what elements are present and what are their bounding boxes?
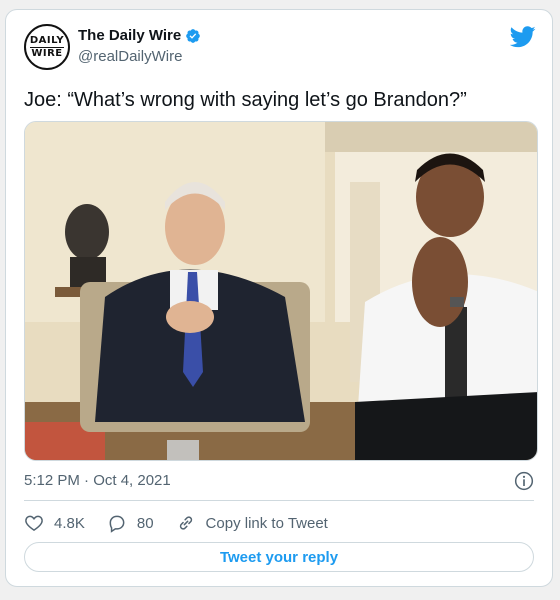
like-count: 4.8K: [54, 514, 85, 532]
tweet-actions: 4.8K 80 Copy link to Tweet: [24, 512, 350, 534]
copy-link-label: Copy link to Tweet: [205, 514, 328, 532]
tweet-photo[interactable]: [24, 121, 538, 461]
author-handle[interactable]: @realDailyWire: [78, 48, 201, 65]
info-icon[interactable]: [514, 471, 534, 491]
reply-button[interactable]: 80: [107, 513, 154, 533]
divider: [24, 500, 534, 501]
tweet-text: Joe: “What’s wrong with saying let’s go …: [24, 89, 467, 111]
reply-bubble-icon: [109, 515, 125, 533]
verified-badge-icon: [186, 28, 201, 43]
tweet-card: DAILY WIRE The Daily Wire @realDailyWire…: [5, 9, 553, 587]
twitter-bird-icon[interactable]: [510, 26, 536, 48]
author-display-name-row[interactable]: The Daily Wire: [78, 27, 201, 44]
author-display-name[interactable]: The Daily Wire: [78, 27, 181, 44]
author-avatar[interactable]: DAILY WIRE: [24, 24, 70, 70]
author-name-block: The Daily Wire @realDailyWire: [78, 27, 201, 65]
avatar-logo-bottom: WIRE: [31, 47, 63, 59]
avatar-logo-top: DAILY: [29, 34, 65, 46]
like-button[interactable]: 4.8K: [24, 513, 85, 533]
tweet-your-reply-button[interactable]: Tweet your reply: [24, 542, 534, 572]
tweet-header: DAILY WIRE The Daily Wire @realDailyWire: [24, 24, 536, 72]
tweet-timestamp[interactable]: 5:12 PM · Oct 4, 2021: [24, 472, 171, 489]
photo-illustration: [25, 122, 537, 460]
heart-icon: [25, 515, 43, 531]
link-icon: [179, 516, 192, 530]
reply-count: 80: [136, 514, 154, 532]
copy-link-button[interactable]: Copy link to Tweet: [176, 513, 328, 533]
